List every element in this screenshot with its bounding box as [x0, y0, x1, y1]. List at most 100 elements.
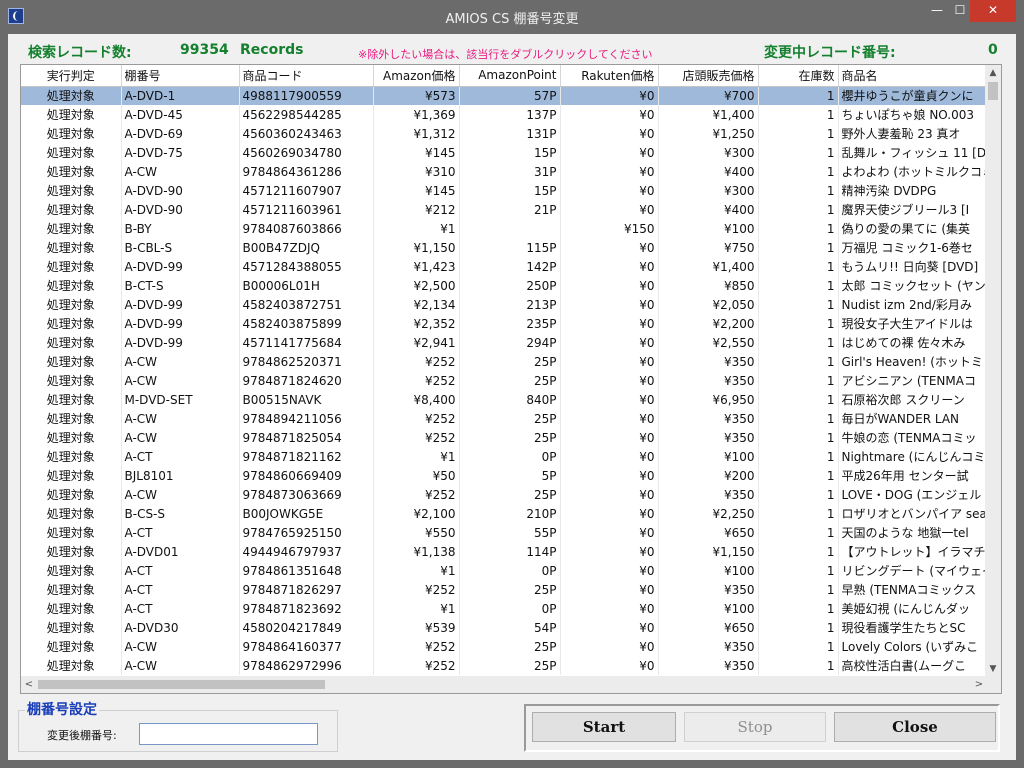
cell-rakuten-price: ¥0: [560, 599, 659, 618]
table-row[interactable]: 処理対象 A-DVD-69 4560360243463 ¥1,312 131P ¥0 ¥1,…: [21, 124, 987, 143]
cell-amazon-point: 25P: [459, 409, 561, 428]
table-row[interactable]: 処理対象 A-CW 9784864160377 ¥252 25P ¥0 ¥350 1 Lovel…: [21, 637, 987, 656]
table-row[interactable]: 処理対象 A-DVD-75 4560269034780 ¥145 15P ¥0 ¥300 1 乱…: [21, 143, 987, 162]
cell-stock: 1: [758, 428, 839, 447]
table-row[interactable]: 処理対象 A-DVD-90 4571211607907 ¥145 15P ¥0 ¥300 1 精…: [21, 181, 987, 200]
cell-shelf: A-CW: [121, 485, 240, 504]
cell-judgement: 処理対象: [21, 656, 122, 675]
col-header-judgement[interactable]: 実行判定: [21, 65, 122, 87]
table-row[interactable]: 処理対象 A-CT 9784871826297 ¥252 25P ¥0 ¥350 1 早熟 (T…: [21, 580, 987, 599]
col-header-stock[interactable]: 在庫数: [758, 65, 839, 87]
col-header-product-name[interactable]: 商品名: [838, 65, 987, 87]
record-grid[interactable]: 実行判定 棚番号 商品コード Amazon価格 AmazonPoint Raku…: [20, 64, 1002, 694]
col-header-store-price[interactable]: 店頭販売価格: [658, 65, 759, 87]
cell-amazon-point: 25P: [459, 580, 561, 599]
stop-button[interactable]: Stop: [684, 712, 826, 742]
table-row[interactable]: 処理対象 B-CBL-S B00B47ZDJQ ¥1,150 115P ¥0 ¥750 1 万福…: [21, 238, 987, 257]
cell-product-name: 牛娘の恋 (TENMAコミッ: [838, 428, 987, 447]
minimize-button[interactable]: —: [924, 0, 950, 22]
cell-shelf: A-CW: [121, 352, 240, 371]
cell-amazon-price: ¥1,150: [373, 238, 460, 257]
table-row[interactable]: 処理対象 A-DVD-99 4582403875899 ¥2,352 235P ¥0 ¥2,…: [21, 314, 987, 333]
cell-product-code: 4571284388055: [239, 257, 374, 276]
cell-product-name: Nudist izm 2nd/彩月み: [838, 295, 987, 314]
cell-product-name: もうムリ!! 日向葵 [DVD]: [838, 257, 987, 276]
table-row[interactable]: 処理対象 BJL8101 9784860669409 ¥50 5P ¥0 ¥200 1 平成26…: [21, 466, 987, 485]
col-header-amazon-point[interactable]: AmazonPoint: [459, 65, 561, 87]
table-row[interactable]: 処理対象 M-DVD-SET B00515NAVK ¥8,400 840P ¥0 ¥6,95…: [21, 390, 987, 409]
table-row[interactable]: 処理対象 B-CS-S B00JOWKG5E ¥2,100 210P ¥0 ¥2,250 1 ロ…: [21, 504, 987, 523]
cell-amazon-price: ¥212: [373, 200, 460, 219]
cell-judgement: 処理対象: [21, 352, 122, 371]
table-row[interactable]: 処理対象 A-DVD-90 4571211603961 ¥212 21P ¥0 ¥400 1 魔…: [21, 200, 987, 219]
cell-store-price: ¥350: [658, 637, 759, 656]
cell-product-code: 4562298544285: [239, 105, 374, 124]
col-header-shelf[interactable]: 棚番号: [121, 65, 240, 87]
cell-amazon-point: 15P: [459, 181, 561, 200]
scroll-right-icon[interactable]: >: [971, 676, 987, 693]
horizontal-scroll-thumb[interactable]: [38, 680, 325, 689]
table-row[interactable]: 処理対象 A-CT 9784871821162 ¥1 0P ¥0 ¥100 1 Nightmar…: [21, 447, 987, 466]
cell-amazon-price: ¥1: [373, 599, 460, 618]
changing-record-label: 変更中レコード番号:: [764, 45, 896, 61]
cell-judgement: 処理対象: [21, 124, 122, 143]
cell-amazon-price: ¥252: [373, 637, 460, 656]
col-header-product-code[interactable]: 商品コード: [239, 65, 374, 87]
close-window-button[interactable]: ✕: [970, 0, 1016, 22]
table-row[interactable]: 処理対象 A-CW 9784862520371 ¥252 25P ¥0 ¥350 1 Girl'…: [21, 352, 987, 371]
cell-amazon-point: 213P: [459, 295, 561, 314]
cell-product-name: 櫻井ゆうこが童貞クンに: [838, 86, 987, 105]
table-row[interactable]: 処理対象 A-CW 9784862972996 ¥252 25P ¥0 ¥350 1 高校性活白…: [21, 656, 987, 675]
cell-amazon-point: 15P: [459, 143, 561, 162]
cell-judgement: 処理対象: [21, 542, 122, 561]
table-row[interactable]: 処理対象 A-CW 9784871824620 ¥252 25P ¥0 ¥350 1 アビシニア…: [21, 371, 987, 390]
search-count-value: 99354: [180, 42, 229, 58]
cell-product-code: 9784871823692: [239, 599, 374, 618]
cell-store-price: ¥350: [658, 580, 759, 599]
vertical-scrollbar[interactable]: ▲ ▼: [985, 65, 1001, 677]
table-row[interactable]: 処理対象 A-CT 9784861351648 ¥1 0P ¥0 ¥100 1 リビングデート …: [21, 561, 987, 580]
scroll-down-icon[interactable]: ▼: [985, 661, 1001, 677]
col-header-amazon-price[interactable]: Amazon価格: [373, 65, 460, 87]
cell-amazon-point: 210P: [459, 504, 561, 523]
cell-product-code: B00006L01H: [239, 276, 374, 295]
horizontal-scrollbar[interactable]: < >: [21, 676, 1001, 693]
new-shelf-input[interactable]: [139, 723, 318, 745]
cell-product-code: 9784862520371: [239, 352, 374, 371]
table-row[interactable]: 処理対象 A-DVD-99 4571141775684 ¥2,941 294P ¥0 ¥2,…: [21, 333, 987, 352]
table-row[interactable]: 処理対象 A-DVD30 4580204217849 ¥539 54P ¥0 ¥650 1 現役…: [21, 618, 987, 637]
cell-product-code: 9784871824620: [239, 371, 374, 390]
scroll-left-icon[interactable]: <: [21, 676, 37, 693]
table-row[interactable]: 処理対象 A-DVD01 4944946797937 ¥1,138 114P ¥0 ¥1,1…: [21, 542, 987, 561]
table-row[interactable]: 処理対象 A-CT 9784871823692 ¥1 0P ¥0 ¥100 1 美姫幻視 (にん…: [21, 599, 987, 618]
start-button[interactable]: Start: [532, 712, 676, 742]
table-row[interactable]: 処理対象 A-CW 9784864361286 ¥310 31P ¥0 ¥400 1 よわよわ …: [21, 162, 987, 181]
table-row[interactable]: 処理対象 A-DVD-1 4988117900559 ¥573 57P ¥0 ¥700 1 櫻井…: [21, 86, 987, 105]
vertical-scroll-thumb[interactable]: [988, 82, 998, 100]
table-row[interactable]: 処理対象 A-CW 9784894211056 ¥252 25P ¥0 ¥350 1 毎日がWA…: [21, 409, 987, 428]
cell-stock: 1: [758, 580, 839, 599]
table-row[interactable]: 処理対象 B-BY 9784087603866 ¥1 ¥150 ¥100 1 偽りの愛の果てに…: [21, 219, 987, 238]
close-button[interactable]: Close: [834, 712, 996, 742]
cell-rakuten-price: ¥0: [560, 428, 659, 447]
cell-amazon-price: ¥2,100: [373, 504, 460, 523]
table-row[interactable]: 処理対象 A-CW 9784871825054 ¥252 25P ¥0 ¥350 1 牛娘の恋 …: [21, 428, 987, 447]
cell-store-price: ¥1,150: [658, 542, 759, 561]
col-header-rakuten-price[interactable]: Rakuten価格: [560, 65, 659, 87]
table-row[interactable]: 処理対象 A-DVD-99 4571284388055 ¥1,423 142P ¥0 ¥1,…: [21, 257, 987, 276]
table-row[interactable]: 処理対象 A-CW 9784873063669 ¥252 25P ¥0 ¥350 1 LOVE・…: [21, 485, 987, 504]
maximize-button[interactable]: ☐: [950, 0, 970, 22]
table-row[interactable]: 処理対象 A-DVD-99 4582403872751 ¥2,134 213P ¥0 ¥2,…: [21, 295, 987, 314]
cell-stock: 1: [758, 219, 839, 238]
table-row[interactable]: 処理対象 A-CT 9784765925150 ¥550 55P ¥0 ¥650 1 天国のよう…: [21, 523, 987, 542]
table-row[interactable]: 処理対象 B-CT-S B00006L01H ¥2,500 250P ¥0 ¥850 1 太郎 …: [21, 276, 987, 295]
scroll-up-icon[interactable]: ▲: [985, 65, 1001, 81]
cell-amazon-point: 250P: [459, 276, 561, 295]
cell-amazon-price: ¥252: [373, 656, 460, 675]
cell-product-code: B00515NAVK: [239, 390, 374, 409]
table-row[interactable]: 処理対象 A-DVD-45 4562298544285 ¥1,369 137P ¥0 ¥1,…: [21, 105, 987, 124]
cell-shelf: A-DVD-99: [121, 257, 240, 276]
cell-rakuten-price: ¥0: [560, 409, 659, 428]
cell-store-price: ¥650: [658, 523, 759, 542]
cell-amazon-price: ¥1: [373, 219, 460, 238]
